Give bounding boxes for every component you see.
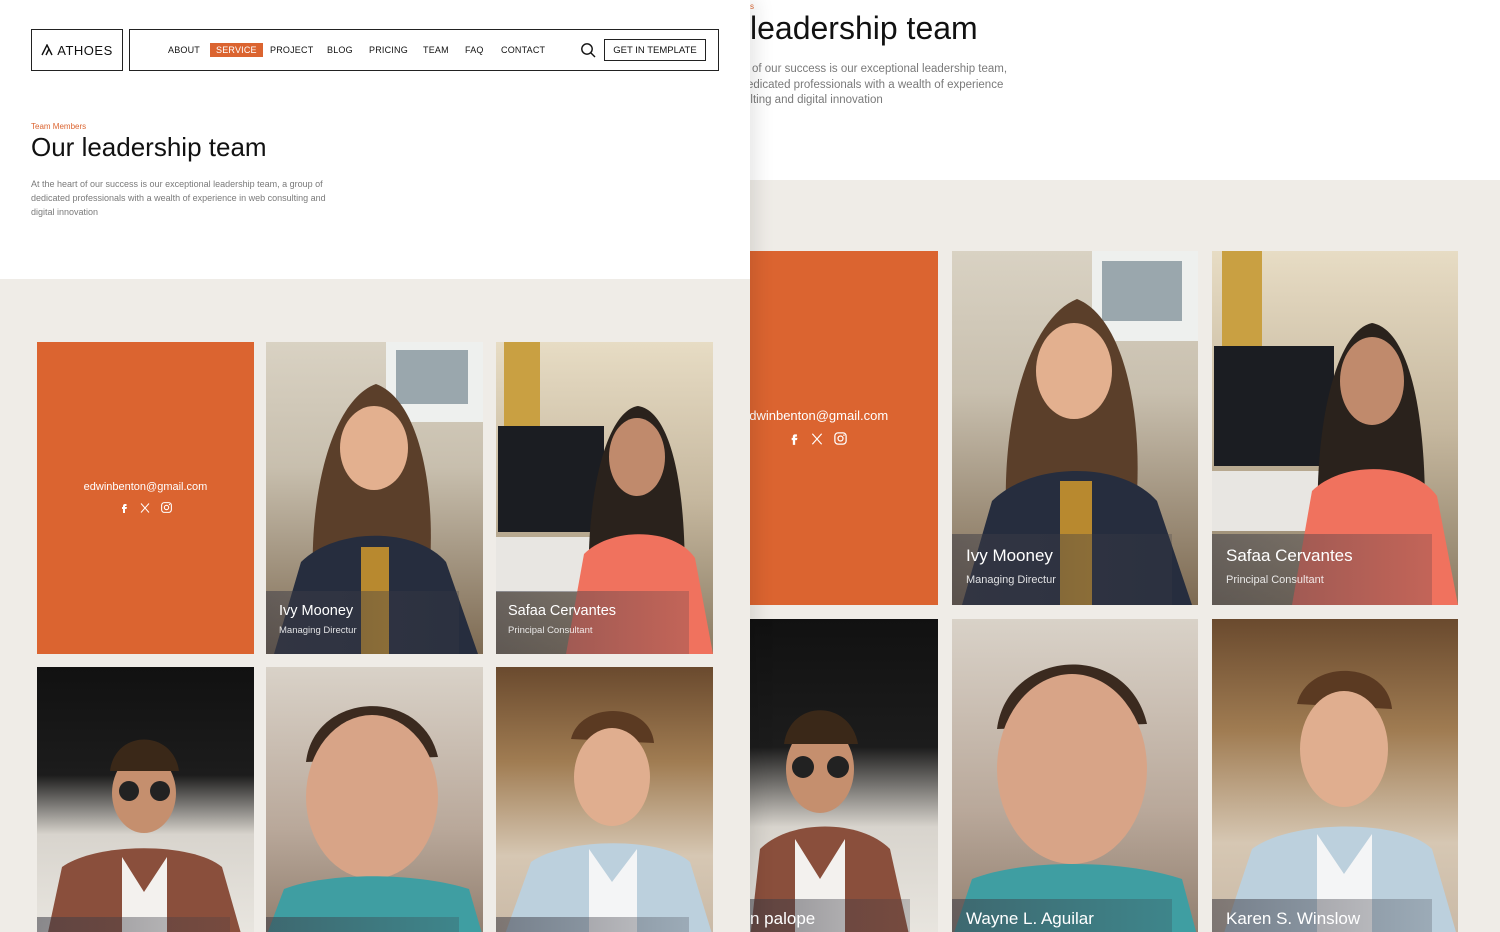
portrait-image [750, 710, 909, 932]
nav-item-about[interactable]: ABOUT [162, 43, 206, 57]
nav-item-pricing[interactable]: PRICING [363, 43, 414, 57]
nav-item-contact[interactable]: CONTACT [495, 43, 551, 57]
zoom-contact-email[interactable]: edwinbenton@gmail.com [750, 408, 888, 423]
team-member-name: Wayne L. Aguilar [966, 909, 1094, 928]
team-caption: Ivy Mooney Managing Directur [266, 591, 459, 654]
section-description: At the heart of our success is our excep… [31, 179, 326, 217]
nav-item-team[interactable]: TEAM [417, 43, 455, 57]
team-caption [266, 917, 459, 932]
team-card[interactable]: Safaa Cervantes Principal Consultant [496, 342, 713, 654]
x-icon[interactable] [139, 502, 151, 514]
team-card[interactable]: Ivy Mooney Managing Directur [952, 251, 1198, 605]
team-card[interactable]: n palope [750, 619, 938, 932]
contact-email[interactable]: edwinbenton@gmail.com [37, 481, 254, 493]
zoom-title-text: leadership team [750, 10, 978, 46]
zoom-description-line: ulting and digital innovation [750, 94, 883, 106]
instagram-icon[interactable] [833, 431, 848, 446]
team-card[interactable] [496, 667, 713, 932]
get-template-button[interactable]: GET IN TEMPLATE [604, 39, 706, 61]
team-member-name: Ivy Mooney [966, 546, 1053, 565]
team-caption [37, 917, 230, 932]
facebook-icon[interactable] [787, 432, 801, 446]
zoomed-preview-panel: s leadership team of our success is our … [750, 0, 1500, 932]
team-member-name: Karen S. Winslow [1226, 909, 1361, 928]
team-member-role: Principal Consultant [508, 625, 593, 636]
zoom-title: leadership team [750, 10, 978, 47]
team-caption: n palope [750, 899, 910, 932]
zoom-description-line: of our success is our exceptional leader… [752, 63, 1008, 75]
section-eyebrow: Team Members [31, 122, 87, 131]
team-member-name: Safaa Cervantes [508, 603, 617, 619]
team-card[interactable]: Karen S. Winslow [1212, 619, 1458, 932]
team-card[interactable]: Wayne L. Aguilar [952, 619, 1198, 932]
page-panel: ATHOES ABOUT SERVICE PROJECT BLOG PRICIN… [0, 0, 750, 932]
nav-item-project[interactable]: PROJECT [264, 43, 319, 57]
team-card[interactable] [37, 667, 254, 932]
zoom-contact-card: edwinbenton@gmail.com [750, 251, 938, 605]
team-member-name: Ivy Mooney [279, 603, 354, 619]
contact-card: edwinbenton@gmail.com [37, 342, 254, 654]
portrait-image [505, 710, 712, 932]
main-nav: ABOUT SERVICE PROJECT BLOG PRICING TEAM … [129, 29, 719, 71]
team-card[interactable] [266, 667, 483, 932]
team-caption: Ivy Mooney Managing Directur [952, 534, 1172, 605]
portrait-image [267, 706, 482, 932]
team-member-name: n palope [750, 909, 816, 928]
team-card[interactable]: Safaa Cervantes Principal Consultant [1212, 251, 1458, 605]
search-icon[interactable] [580, 42, 596, 58]
portrait-image [48, 739, 241, 932]
social-row [37, 501, 254, 514]
team-member-role: Managing Directur [279, 625, 357, 636]
portrait-image [954, 664, 1197, 932]
portrait-image [1224, 670, 1456, 932]
team-card[interactable]: Ivy Mooney Managing Directur [266, 342, 483, 654]
zoom-description: of our success is our exceptional leader… [750, 62, 1020, 109]
team-caption: Karen S. Winslow [1212, 899, 1432, 932]
logo-mark-icon [41, 44, 53, 56]
instagram-icon[interactable] [160, 501, 173, 514]
nav-item-blog[interactable]: BLOG [321, 43, 359, 57]
team-member-name: Safaa Cervantes [1226, 546, 1353, 565]
page-title: Our leadership team [31, 132, 267, 162]
logo[interactable]: ATHOES [31, 29, 123, 71]
x-icon[interactable] [810, 432, 824, 446]
team-caption: Safaa Cervantes Principal Consultant [1212, 534, 1432, 605]
team-member-role: Managing Directur [966, 574, 1056, 586]
zoom-description-line: edicated professionals with a wealth of … [750, 78, 1004, 91]
team-caption [496, 917, 689, 932]
nav-item-faq[interactable]: FAQ [459, 43, 490, 57]
team-member-role: Principal Consultant [1226, 574, 1324, 586]
team-caption: Wayne L. Aguilar [952, 899, 1172, 932]
facebook-icon[interactable] [118, 502, 130, 514]
logo-text: ATHOES [57, 42, 113, 58]
zoom-social-row [782, 431, 852, 446]
team-caption: Safaa Cervantes Principal Consultant [496, 591, 689, 654]
nav-item-service[interactable]: SERVICE [210, 43, 263, 57]
